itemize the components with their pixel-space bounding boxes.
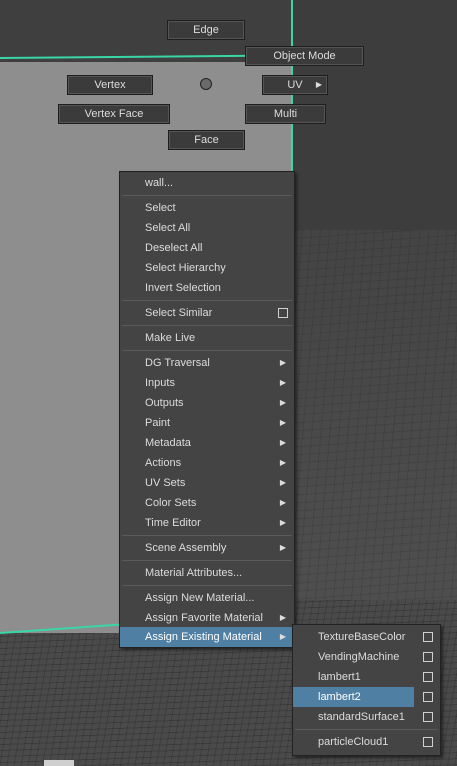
menu-separator xyxy=(122,300,292,301)
submenu-arrow-icon: ▶ xyxy=(279,478,286,487)
option-box-icon[interactable] xyxy=(423,652,433,662)
menu-separator xyxy=(122,350,292,351)
option-box-icon[interactable] xyxy=(423,712,433,722)
submenu-arrow-icon: ▶ xyxy=(279,378,286,387)
material-label: standardSurface1 xyxy=(318,711,405,723)
marking-vertex-button[interactable]: Vertex xyxy=(67,75,153,95)
menu-item-label: Assign Favorite Material xyxy=(145,612,263,624)
menu-item-assign-favorite-material[interactable]: Assign Favorite Material ▶ xyxy=(120,608,294,628)
option-box-icon[interactable] xyxy=(423,737,433,747)
menu-item-paint[interactable]: Paint ▶ xyxy=(120,413,294,433)
menu-item-select-all[interactable]: Select All xyxy=(120,218,294,238)
menu-item-material-attributes[interactable]: Material Attributes... xyxy=(120,563,294,583)
context-menu: wall... Select Select All Deselect All S… xyxy=(119,171,295,648)
menu-item-uv-sets[interactable]: UV Sets ▶ xyxy=(120,473,294,493)
menu-separator xyxy=(122,585,292,586)
marking-edge-button[interactable]: Edge xyxy=(167,20,245,40)
submenu-arrow-icon: ▶ xyxy=(315,80,322,89)
material-label: TextureBaseColor xyxy=(318,631,406,643)
marking-vertex-face-button[interactable]: Vertex Face xyxy=(58,104,170,124)
menu-item-label: Outputs xyxy=(145,397,184,409)
submenu-arrow-icon: ▶ xyxy=(279,632,286,641)
menu-item-label: UV Sets xyxy=(145,477,186,489)
submenu-arrow-icon: ▶ xyxy=(279,358,286,367)
material-item-texturebasecolor[interactable]: TextureBaseColor xyxy=(293,627,440,647)
material-item-lambert2[interactable]: lambert2 xyxy=(293,687,414,707)
menu-item-select-similar-label: Select Similar xyxy=(145,307,213,319)
submenu-arrow-icon: ▶ xyxy=(279,613,286,622)
menu-item-deselect-all[interactable]: Deselect All xyxy=(120,238,294,258)
materials-submenu: TextureBaseColor VendingMachine lambert1… xyxy=(292,624,441,756)
submenu-arrow-icon: ▶ xyxy=(279,438,286,447)
submenu-arrow-icon: ▶ xyxy=(279,498,286,507)
menu-item-label: Assign Existing Material xyxy=(145,631,262,643)
status-fragment xyxy=(44,760,74,766)
menu-item-label: Actions xyxy=(145,457,182,469)
menu-item-label: Inputs xyxy=(145,377,175,389)
menu-item-select-similar[interactable]: Select Similar xyxy=(120,303,294,323)
marking-face-button[interactable]: Face xyxy=(168,130,245,150)
menu-item-label: Color Sets xyxy=(145,497,197,509)
menu-item-assign-existing-material[interactable]: Assign Existing Material ▶ xyxy=(120,627,294,647)
menu-item-dg-traversal[interactable]: DG Traversal ▶ xyxy=(120,353,294,373)
option-box-icon[interactable] xyxy=(423,692,433,702)
menu-item-metadata[interactable]: Metadata ▶ xyxy=(120,433,294,453)
menu-item-label: DG Traversal xyxy=(145,357,210,369)
submenu-arrow-icon: ▶ xyxy=(279,458,286,467)
menu-separator xyxy=(295,729,438,730)
material-label: VendingMachine xyxy=(318,651,400,663)
menu-item-label: Metadata xyxy=(145,437,191,449)
menu-item-label: Time Editor xyxy=(145,517,201,529)
material-item-particlecloud1[interactable]: particleCloud1 xyxy=(293,732,440,752)
menu-item-make-live[interactable]: Make Live xyxy=(120,328,294,348)
menu-item-object-name[interactable]: wall... xyxy=(120,173,294,193)
menu-item-actions[interactable]: Actions ▶ xyxy=(120,453,294,473)
option-box-icon[interactable] xyxy=(423,672,433,682)
menu-item-color-sets[interactable]: Color Sets ▶ xyxy=(120,493,294,513)
marking-multi-button[interactable]: Multi xyxy=(245,104,326,124)
menu-item-label: Paint xyxy=(145,417,171,429)
material-item-lambert1[interactable]: lambert1 xyxy=(293,667,440,687)
menu-separator xyxy=(122,325,292,326)
material-label: lambert2 xyxy=(318,691,361,703)
menu-item-outputs[interactable]: Outputs ▶ xyxy=(120,393,294,413)
marking-menu-center-icon xyxy=(200,78,212,90)
menu-separator xyxy=(122,195,292,196)
submenu-arrow-icon: ▶ xyxy=(279,418,286,427)
material-item-standardsurface1[interactable]: standardSurface1 xyxy=(293,707,440,727)
submenu-arrow-icon: ▶ xyxy=(279,398,286,407)
menu-item-select-hierarchy[interactable]: Select Hierarchy xyxy=(120,258,294,278)
menu-item-inputs[interactable]: Inputs ▶ xyxy=(120,373,294,393)
material-item-vendingmachine[interactable]: VendingMachine xyxy=(293,647,440,667)
submenu-arrow-icon: ▶ xyxy=(279,518,286,527)
marking-uv-button[interactable]: UV ▶ xyxy=(262,75,328,95)
material-label: particleCloud1 xyxy=(318,736,389,748)
menu-separator xyxy=(122,535,292,536)
menu-item-scene-assembly[interactable]: Scene Assembly ▶ xyxy=(120,538,294,558)
marking-uv-label: UV xyxy=(287,79,303,91)
menu-item-label: Scene Assembly xyxy=(145,542,227,554)
menu-item-assign-new-material[interactable]: Assign New Material... xyxy=(120,588,294,608)
marking-object-mode-button[interactable]: Object Mode xyxy=(245,46,364,66)
submenu-arrow-icon: ▶ xyxy=(279,543,286,552)
menu-item-select[interactable]: Select xyxy=(120,198,294,218)
material-label: lambert1 xyxy=(318,671,361,683)
option-box-icon[interactable] xyxy=(278,308,288,318)
menu-separator xyxy=(122,560,292,561)
floor-grid-far xyxy=(293,230,457,650)
menu-item-invert-selection[interactable]: Invert Selection xyxy=(120,278,294,298)
menu-item-time-editor[interactable]: Time Editor ▶ xyxy=(120,513,294,533)
option-box-icon[interactable] xyxy=(423,632,433,642)
